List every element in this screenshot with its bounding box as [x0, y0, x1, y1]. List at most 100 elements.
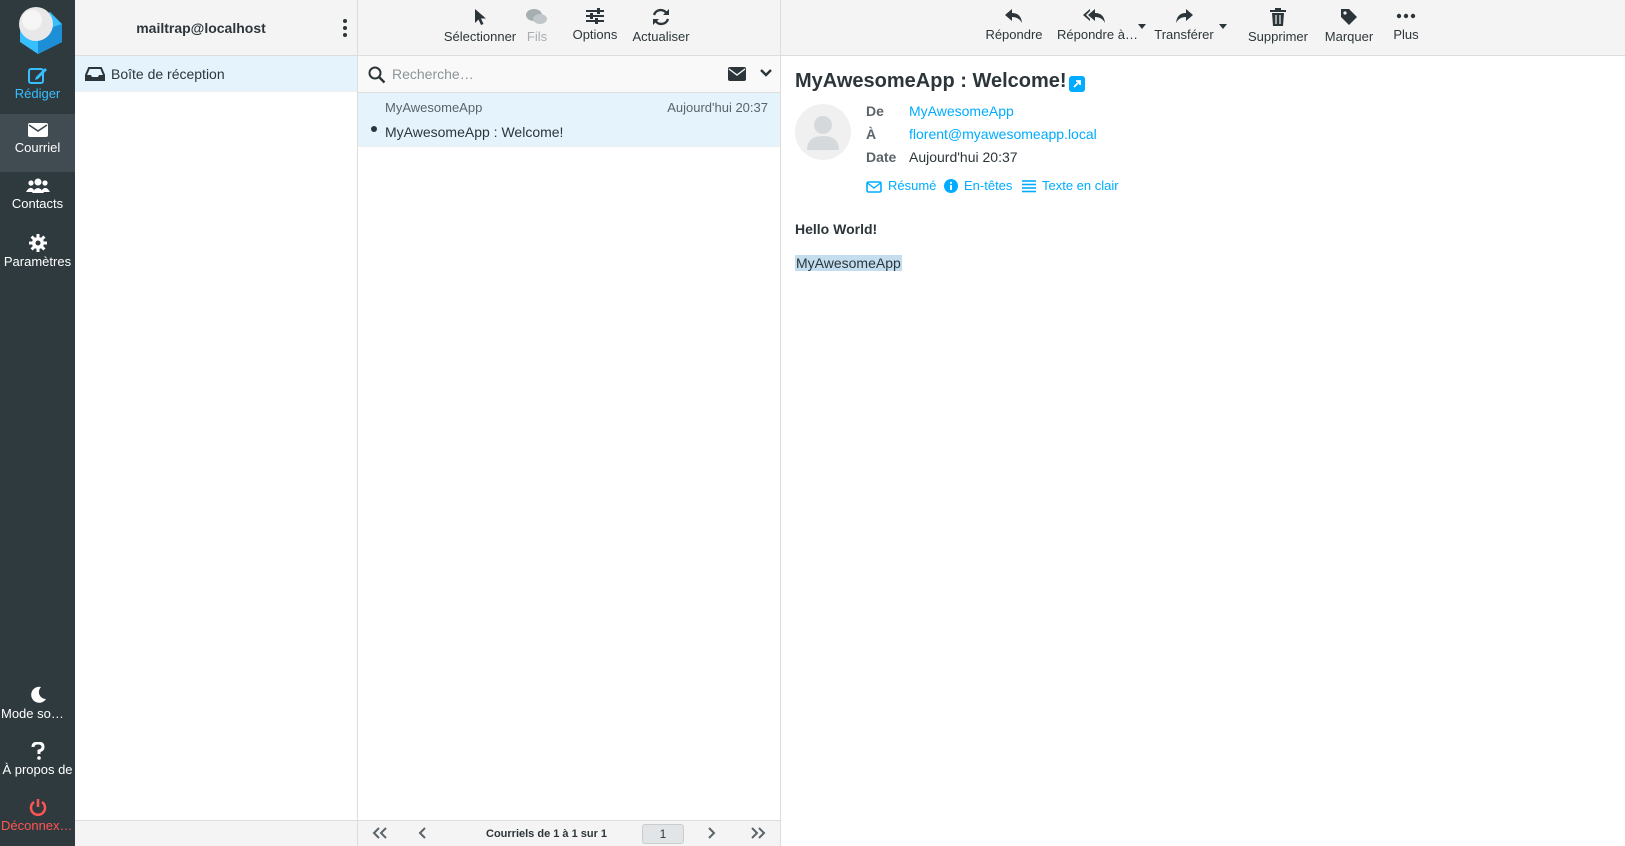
last-page-icon[interactable]: [750, 826, 766, 840]
nav-about-label: À propos de: [2, 762, 73, 777]
open-external-icon[interactable]: [1069, 76, 1085, 92]
page-number-input[interactable]: 1: [642, 824, 684, 844]
delete-label: Supprimer: [1248, 29, 1308, 44]
app-nav: Rédiger Courriel Contacts Paramètres Mod…: [0, 0, 75, 846]
from-value[interactable]: MyAwesomeApp: [909, 103, 1014, 119]
message-row[interactable]: MyAwesomeApp Aujourd'hui 20:37 MyAwesome…: [358, 93, 780, 147]
prev-page-icon[interactable]: [418, 826, 428, 840]
forward-dropdown[interactable]: [1219, 24, 1227, 29]
user-silhouette-icon: [807, 116, 839, 150]
reply-all-label: Répondre à…: [1057, 27, 1138, 42]
threads-button[interactable]: Fils: [522, 0, 552, 56]
info-icon: [944, 179, 958, 193]
roundcube-logo[interactable]: [8, 2, 66, 56]
select-label: Sélectionner: [443, 29, 517, 44]
to-value[interactable]: florent@myawesomeapp.local: [909, 126, 1097, 142]
nav-compose[interactable]: Rédiger: [0, 58, 75, 116]
nav-logout[interactable]: Déconnexion: [0, 790, 75, 846]
mark-label: Marquer: [1324, 29, 1374, 44]
message-body-signature: MyAwesomeApp: [795, 255, 902, 271]
folders-footer: [75, 820, 357, 846]
from-label: De: [866, 103, 884, 119]
vertical-dots-icon[interactable]: [341, 18, 349, 38]
refresh-label: Actualiser: [632, 29, 690, 44]
reply-button[interactable]: Répondre: [985, 0, 1043, 56]
reply-icon: [1005, 9, 1022, 23]
more-dots-icon: [1396, 13, 1416, 19]
reply-label: Répondre: [985, 27, 1043, 42]
forward-button[interactable]: Transférer: [1153, 0, 1215, 56]
forward-label: Transférer: [1154, 27, 1214, 42]
nav-contacts-label: Contacts: [11, 196, 64, 211]
nav-dark-mode[interactable]: Mode sombre: [0, 678, 75, 736]
more-label: Plus: [1393, 27, 1419, 42]
search-bar: [358, 56, 780, 93]
unread-dot-icon[interactable]: [371, 126, 377, 132]
nav-settings[interactable]: Paramètres: [0, 226, 75, 284]
folder-inbox[interactable]: Boîte de réception: [75, 56, 357, 92]
mark-button[interactable]: Marquer: [1323, 0, 1375, 56]
trash-icon: [1270, 8, 1286, 26]
forward-icon: [1176, 9, 1193, 23]
power-icon: [29, 799, 46, 816]
folders-header: mailtrap@localhost: [75, 0, 357, 56]
inbox-icon: [85, 67, 105, 81]
pagination-count: Courriels de 1 à 1 sur 1: [486, 828, 608, 840]
nav-logout-label: Déconnexion: [1, 818, 75, 833]
lines-icon: [1022, 180, 1036, 193]
nav-contacts[interactable]: Contacts: [0, 170, 75, 228]
message-list-panel: Sélectionner Fils Options Actualiser MyA…: [358, 0, 781, 846]
headers-label: En-têtes: [964, 178, 1013, 193]
options-label: Options: [572, 27, 618, 42]
message-view: Répondre Répondre à… Transférer Supprime…: [781, 0, 1625, 846]
sliders-icon: [586, 8, 604, 24]
envelope-icon: [27, 123, 48, 137]
nav-mail-label: Courriel: [14, 140, 61, 155]
to-label: À: [866, 126, 877, 142]
refresh-button[interactable]: Actualiser: [628, 0, 694, 56]
threads-label: Fils: [526, 29, 548, 44]
first-page-icon[interactable]: [372, 826, 388, 840]
nav-about[interactable]: À propos de: [0, 734, 75, 792]
reply-all-button[interactable]: Répondre à…: [1057, 0, 1138, 56]
message-body-greeting: Hello World!: [795, 221, 878, 237]
chevron-down-icon[interactable]: [760, 68, 772, 78]
message-from: MyAwesomeApp: [385, 100, 483, 115]
nav-mail[interactable]: Courriel: [0, 114, 75, 172]
users-icon: [25, 178, 50, 193]
reply-all-dropdown[interactable]: [1138, 24, 1146, 29]
nav-dark-mode-label: Mode sombre: [1, 706, 75, 721]
comments-icon: [526, 9, 547, 24]
question-icon: [31, 742, 45, 760]
more-button[interactable]: Plus: [1391, 0, 1421, 56]
message-toolbar: Répondre Répondre à… Transférer Supprime…: [781, 0, 1625, 56]
headers-link[interactable]: En-têtes: [944, 178, 1012, 193]
message-subject-title: MyAwesomeApp : Welcome!: [795, 70, 1067, 92]
cursor-icon: [475, 9, 486, 25]
search-icon: [368, 66, 386, 84]
tag-icon: [1341, 9, 1357, 25]
envelope-filter-icon[interactable]: [728, 67, 746, 81]
moon-icon: [30, 686, 46, 703]
gear-icon: [28, 234, 47, 252]
reply-all-icon: [1083, 9, 1105, 23]
refresh-icon: [652, 8, 670, 26]
message-subject: MyAwesomeApp : Welcome!: [385, 124, 564, 140]
next-page-icon[interactable]: [706, 826, 716, 840]
list-toolbar: Sélectionner Fils Options Actualiser: [358, 0, 780, 56]
date-value: Aujourd'hui 20:37: [909, 149, 1018, 165]
select-button[interactable]: Sélectionner: [442, 0, 518, 56]
options-button[interactable]: Options: [570, 0, 620, 56]
delete-button[interactable]: Supprimer: [1247, 0, 1309, 56]
folder-inbox-label: Boîte de réception: [111, 66, 225, 82]
search-input[interactable]: [392, 62, 692, 86]
envelope-outline-icon: [866, 181, 882, 193]
pagination-bar: Courriels de 1 à 1 sur 1 1: [358, 820, 780, 846]
message-date: Aujourd'hui 20:37: [667, 100, 768, 115]
plain-text-link[interactable]: Texte en clair: [1022, 178, 1119, 193]
plain-text-label: Texte en clair: [1042, 178, 1119, 193]
summary-link[interactable]: Résumé: [866, 178, 936, 193]
nav-compose-label: Rédiger: [14, 86, 61, 101]
summary-label: Résumé: [888, 178, 937, 193]
account-name: mailtrap@localhost: [136, 20, 266, 36]
